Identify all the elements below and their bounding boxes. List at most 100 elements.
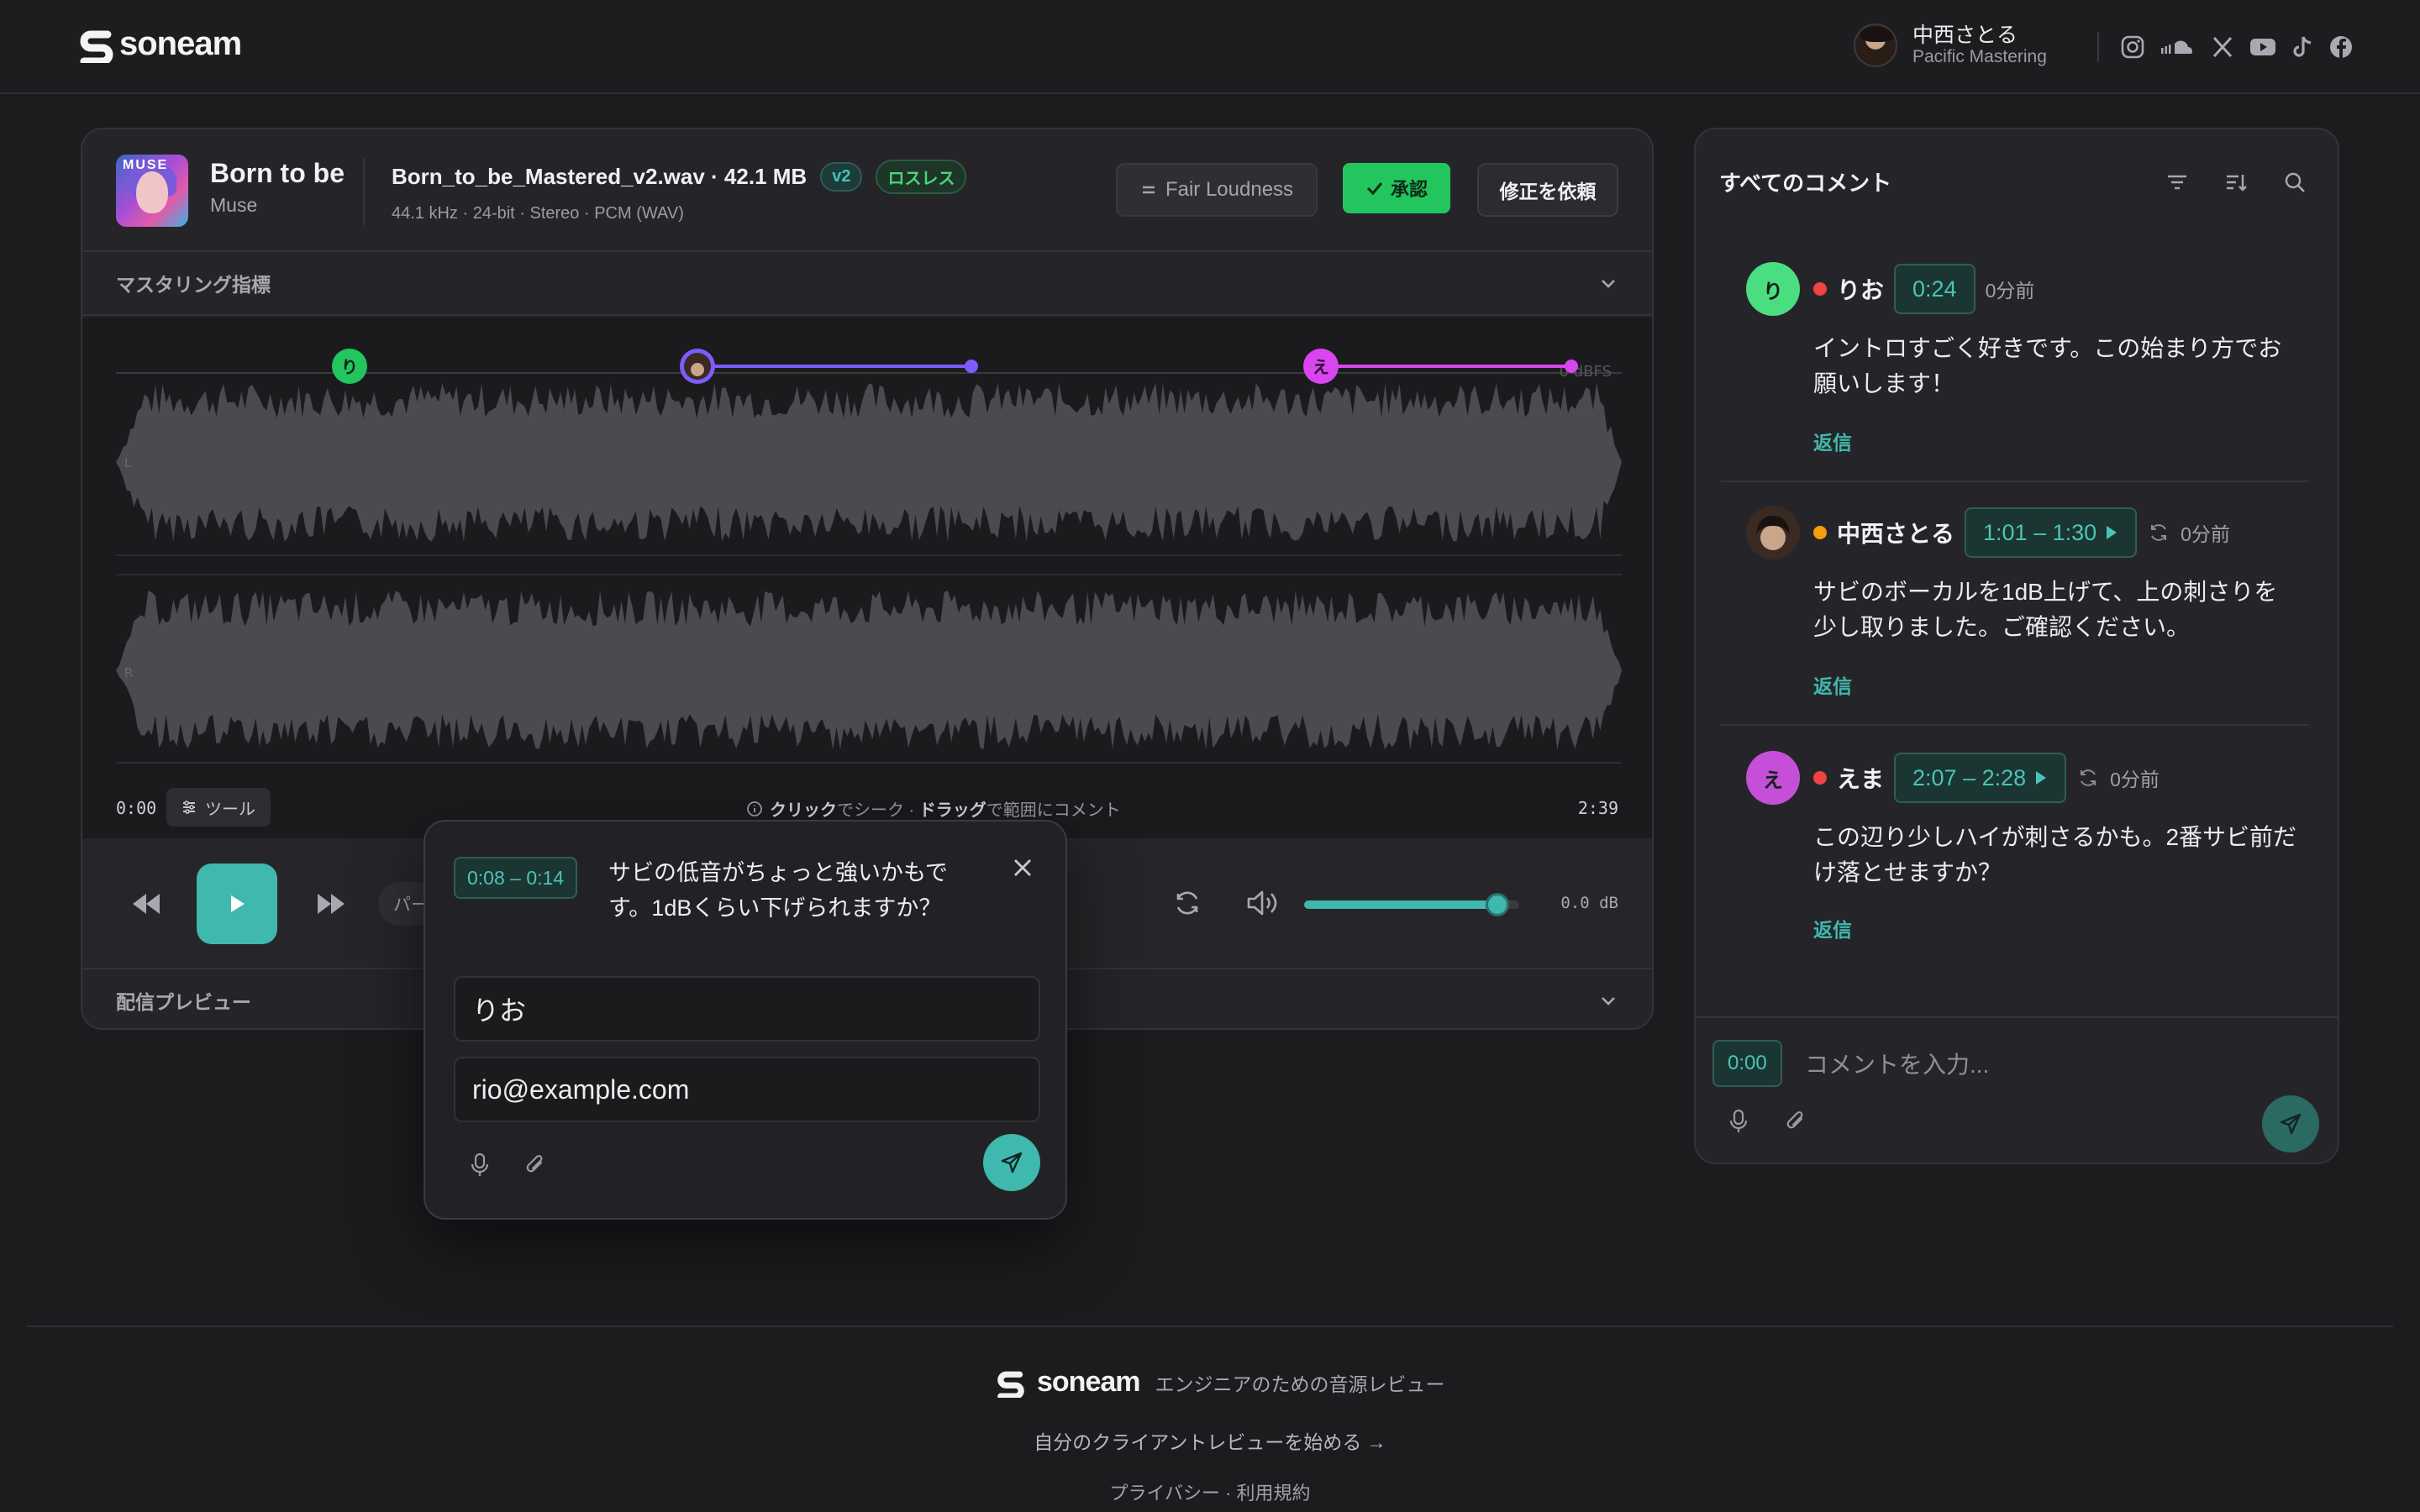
play-icon	[231, 895, 245, 912]
paperclip-icon[interactable]	[1785, 1109, 1808, 1134]
facebook-icon[interactable]	[2328, 34, 2354, 60]
version-badge[interactable]: v2	[820, 162, 863, 192]
status-dot	[1813, 282, 1827, 296]
loop-icon[interactable]	[2147, 521, 2170, 544]
lossless-badge: ロスレス	[876, 160, 967, 194]
comment-author: りお	[1837, 277, 1885, 303]
comments-panel: すべてのコメント り りお 0:24 0分前 イントロすごく好きです。この始まり…	[1694, 128, 2339, 1164]
x-icon[interactable]	[2210, 34, 2235, 60]
reply-link[interactable]: 返信	[1813, 427, 1852, 455]
comment-item: り りお 0:24 0分前 イントロすごく好きです。この始まり方でお願いします！…	[1721, 262, 2309, 482]
approve-button[interactable]: 承認	[1343, 163, 1450, 213]
comment-timestamp[interactable]: 0:24	[1894, 264, 1975, 314]
comment-popover: 0:08 – 0:14 サビの低音がちょっと強いかもです。1dBくらい下げられま…	[424, 820, 1067, 1220]
comment-age: 0分前	[2181, 523, 2230, 545]
user-profile[interactable]: 中西さとる Pacific Mastering	[1854, 24, 2047, 67]
volume-icon[interactable]	[1245, 887, 1279, 919]
comment-marker-satoru[interactable]	[680, 349, 715, 384]
legal-links[interactable]: プライバシー · 利用規約	[0, 1478, 2420, 1505]
search-icon[interactable]	[2282, 170, 2307, 195]
comment-marker-ema[interactable]: え	[1303, 349, 1339, 384]
comment-timestamp[interactable]: 1:01 – 1:30	[1965, 507, 2138, 558]
fast-forward-icon[interactable]	[314, 889, 348, 919]
waveform[interactable]: 0 dBFS L R り え	[116, 318, 1622, 780]
loop-icon[interactable]	[2076, 766, 2100, 790]
reply-link[interactable]: 返信	[1813, 670, 1852, 699]
request-revision-button[interactable]: 修正を依頼	[1477, 163, 1618, 217]
comment-body: サビのボーカルを1dB上げて、上の刺さりを少し取りました。ご確認ください。	[1813, 579, 2278, 640]
comment-marker-rio[interactable]: り	[332, 349, 367, 384]
footer-tagline: エンジニアのための音源レビュー	[1155, 1373, 1445, 1395]
footer-brand-name: soneam	[1037, 1366, 1140, 1398]
range-marker-end[interactable]	[965, 360, 978, 373]
svg-text:り: り	[341, 357, 358, 377]
user-name: 中西さとる	[1912, 24, 2018, 47]
channel-label-left: L	[124, 455, 132, 470]
top-bar: soneam 中西さとる Pacific Mastering	[0, 0, 2420, 94]
volume-slider[interactable]	[1304, 893, 1519, 916]
reply-link[interactable]: 返信	[1813, 914, 1852, 942]
comment-input[interactable]: コメントを入力...	[1805, 1040, 2275, 1087]
paperclip-icon[interactable]	[524, 1152, 548, 1178]
comment-avatar	[1746, 506, 1800, 559]
send-button[interactable]	[2262, 1095, 2319, 1152]
comment-avatar: り	[1746, 262, 1800, 316]
waveform-right-channel	[116, 591, 1622, 750]
play-button[interactable]	[197, 864, 277, 944]
status-dot	[1813, 526, 1827, 539]
time-end: 2:39	[1577, 798, 1618, 818]
comment-timestamp[interactable]: 2:07 – 2:28	[1894, 753, 2067, 803]
sort-icon[interactable]	[2223, 170, 2249, 195]
brand-logo[interactable]: soneam	[79, 25, 242, 63]
range-marker-end[interactable]	[1565, 360, 1578, 373]
volume-db-readout: 0.0 dB	[1560, 894, 1618, 912]
close-icon[interactable]	[1010, 855, 1035, 880]
mastering-metrics-toggle[interactable]: マスタリング指標	[82, 252, 1652, 316]
user-org: Pacific Mastering	[1912, 47, 2047, 66]
status-dot	[1813, 771, 1827, 785]
comment-composer: 0:00 コメントを入力...	[1696, 1016, 2338, 1163]
send-icon	[2280, 1113, 2302, 1135]
name-field[interactable]: りお	[454, 976, 1040, 1042]
loop-icon[interactable]	[1171, 887, 1203, 919]
track-header: MUSE Born to be Muse Born_to_be_Mastered…	[82, 129, 1652, 252]
microphone-icon[interactable]	[1728, 1109, 1749, 1134]
tools-button[interactable]: ツール	[166, 788, 271, 827]
soneam-mark-icon	[80, 30, 113, 63]
soundcloud-icon[interactable]	[2160, 34, 2196, 60]
microphone-icon[interactable]	[469, 1152, 491, 1178]
comment-author: えま	[1837, 766, 1885, 792]
brand-name: soneam	[119, 25, 242, 62]
check-icon	[1366, 182, 1383, 196]
album-cover: MUSE	[116, 155, 188, 227]
filter-icon[interactable]	[2165, 170, 2190, 195]
waveform-hint: クリックでシーク · ドラッグで範囲にコメント	[746, 796, 1121, 821]
soneam-mark-icon	[997, 1371, 1024, 1398]
comment-author: 中西さとる	[1837, 521, 1955, 547]
section-title: 配信プレビュー	[116, 991, 251, 1013]
comment-item: え えま 2:07 – 2:28 0分前 この辺り少しハイが刺さるかも。2番サビ…	[1721, 751, 2309, 969]
comment-item: 中西さとる 1:01 – 1:30 0分前 サビのボーカルを1dB上げて、上の刺…	[1721, 506, 2309, 726]
email-field[interactable]: rio@example.com	[454, 1057, 1040, 1122]
instagram-icon[interactable]	[2119, 34, 2146, 60]
composer-timestamp[interactable]: 0:00	[1712, 1040, 1782, 1087]
fair-loudness-button[interactable]: Fair Loudness	[1116, 163, 1318, 217]
start-review-link[interactable]: 自分のクライアントレビューを始める →	[0, 1426, 2420, 1455]
equals-icon	[1142, 186, 1155, 194]
waveform-area[interactable]: 0 dBFS L R り え 0:00 ツール クリックでシーク · ドラッグで…	[82, 318, 1652, 838]
volume-thumb[interactable]	[1486, 893, 1510, 916]
popover-time-range[interactable]: 0:08 – 0:14	[454, 857, 578, 899]
rewind-icon[interactable]	[129, 889, 163, 919]
waveform-left-channel	[116, 382, 1622, 542]
comments-title: すべてのコメント	[1719, 171, 1892, 196]
send-icon	[1001, 1152, 1023, 1173]
youtube-icon[interactable]	[2249, 34, 2277, 60]
file-name: Born_to_be_Mastered_v2.wav · 42.1 MB	[392, 164, 808, 189]
social-links	[2097, 32, 2354, 62]
footer-brand[interactable]: soneam エンジニアのための音源レビュー	[997, 1366, 1445, 1399]
tiktok-icon[interactable]	[2291, 34, 2314, 60]
popover-comment-text: サビの低音がちょっと強いかもです。1dBくらい下げられますか？	[608, 860, 948, 921]
send-button[interactable]	[983, 1134, 1040, 1191]
fair-loudness-label: Fair Loudness	[1165, 178, 1294, 201]
channel-label-right: R	[124, 665, 133, 680]
